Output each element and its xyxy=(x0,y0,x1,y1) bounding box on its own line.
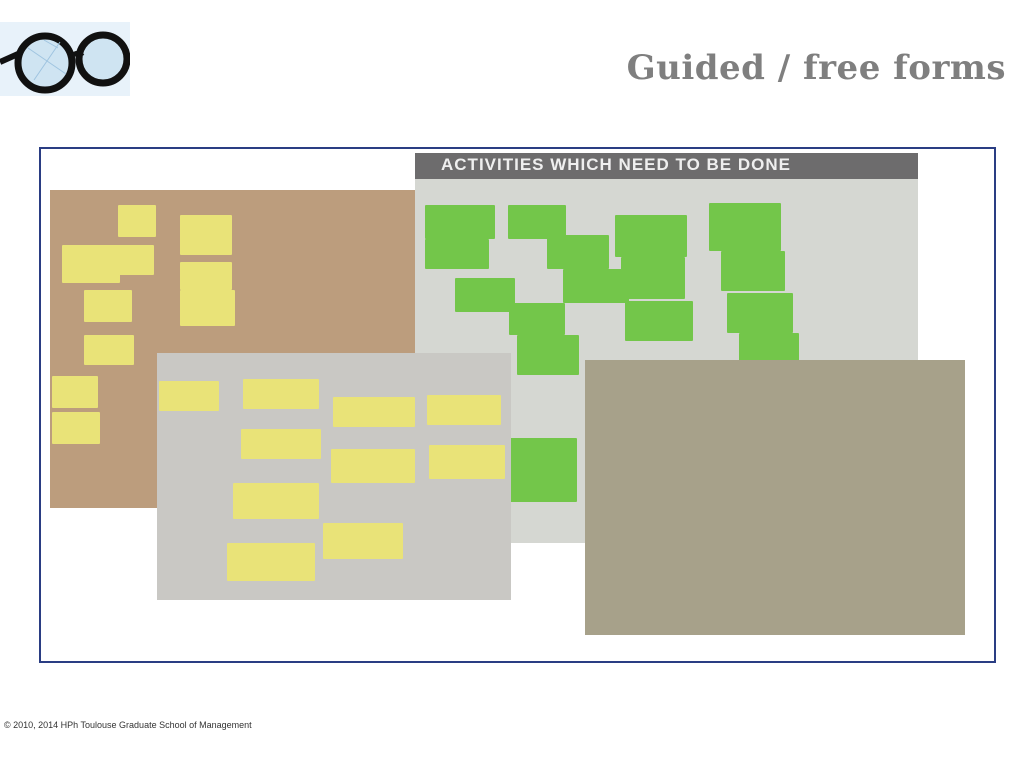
risks-blockers-board-photo xyxy=(157,353,511,600)
a350-checklist-photo xyxy=(585,360,965,635)
slide-title: Guided / free forms xyxy=(626,48,1006,88)
glasses-logo xyxy=(0,22,131,96)
activities-banner-text: ACTIVITIES WHICH NEED TO BE DONE xyxy=(441,155,791,174)
copyright-notice: © 2010, 2014 HPh Toulouse Graduate Schoo… xyxy=(4,720,252,730)
